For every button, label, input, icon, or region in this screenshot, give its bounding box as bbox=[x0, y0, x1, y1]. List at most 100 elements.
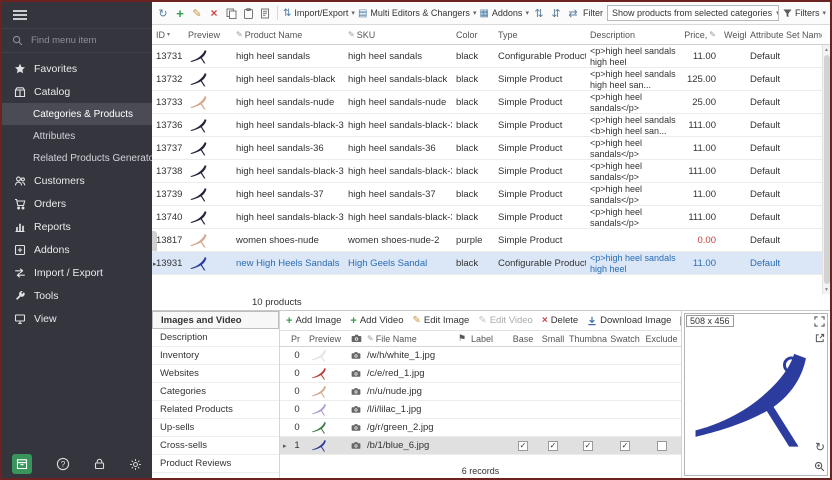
sidebar-item-orders[interactable]: Orders bbox=[2, 192, 152, 215]
sidebar-item-favorites[interactable]: Favorites bbox=[2, 57, 152, 80]
edit-product-icon[interactable]: ✎ bbox=[190, 7, 204, 20]
product-thumbnail bbox=[184, 160, 232, 182]
image-row[interactable]: 0/c/e/red_1.jpg bbox=[280, 365, 681, 383]
zoom-icon[interactable] bbox=[814, 461, 825, 472]
column-header-image-preview[interactable]: Preview bbox=[306, 334, 348, 344]
image-role-checkbox[interactable]: ✓ bbox=[583, 441, 593, 451]
add-product-icon[interactable]: + bbox=[173, 6, 187, 21]
column-header-swatch[interactable]: Swatch bbox=[608, 334, 642, 344]
image-role-checkbox[interactable]: ✓ bbox=[620, 441, 630, 451]
column-header-product-name[interactable]: ✎Product Name bbox=[232, 30, 344, 40]
product-row[interactable]: 13738high heel sandals-black-37high heel… bbox=[152, 160, 822, 183]
column-header-base[interactable]: Base bbox=[508, 334, 538, 344]
sidebar-item-categories-products[interactable]: Categories & Products bbox=[2, 103, 152, 125]
copy-icon[interactable] bbox=[224, 8, 238, 19]
column-header-exclude[interactable]: Exclude bbox=[642, 334, 681, 344]
addons-menu[interactable]: ▦Addons▾ bbox=[479, 8, 529, 19]
sort-down-icon[interactable]: ⇵ bbox=[549, 7, 563, 20]
column-header-color[interactable]: Color bbox=[452, 30, 494, 40]
image-row[interactable]: ▸1/b/1/blue_6.jpg✓✓✓✓ bbox=[280, 437, 681, 455]
column-header-file-name[interactable]: ✎File Name bbox=[364, 334, 456, 344]
sidebar-item-tools[interactable]: Tools bbox=[2, 284, 152, 307]
column-header-description[interactable]: Description bbox=[586, 30, 682, 40]
image-row[interactable]: 0/w/h/white_1.jpg bbox=[280, 347, 681, 365]
help-icon[interactable]: ? bbox=[56, 457, 70, 471]
tab-cross-sells[interactable]: Cross-sells bbox=[152, 437, 279, 455]
rotate-icon[interactable]: ↻ bbox=[815, 440, 825, 454]
scroll-down-arrow[interactable]: ▼ bbox=[824, 285, 829, 294]
store-icon[interactable] bbox=[12, 454, 32, 474]
column-header-label[interactable]: Label bbox=[468, 334, 508, 344]
product-row[interactable]: 13817women shoes-nudewomen shoes-nude-2p… bbox=[152, 229, 822, 252]
lock-icon[interactable] bbox=[94, 458, 105, 470]
sidebar-item-addons[interactable]: Addons bbox=[2, 238, 152, 261]
add-video-button[interactable]: +Add Video bbox=[350, 315, 403, 327]
sidebar-item-reports[interactable]: Reports bbox=[2, 215, 152, 238]
edit-image-button[interactable]: ✎Edit Image bbox=[413, 315, 470, 326]
column-header-price[interactable]: Price,✎ bbox=[682, 30, 720, 40]
set-resize-rule-button[interactable]: Set Resize Rule bbox=[680, 315, 681, 326]
image-row[interactable]: 0/n/u/nude.jpg bbox=[280, 383, 681, 401]
swap-columns-icon[interactable]: ⇄ bbox=[566, 7, 580, 20]
filter-select[interactable]: Show products from selected categories▾ bbox=[607, 5, 779, 21]
image-row[interactable]: 0/l/i/lilac_1.jpg bbox=[280, 401, 681, 419]
settings-gear-icon[interactable] bbox=[129, 458, 142, 471]
column-header-small[interactable]: Small bbox=[538, 334, 568, 344]
sidebar-item-view[interactable]: View bbox=[2, 307, 152, 330]
tab-inventory[interactable]: Inventory bbox=[152, 347, 279, 365]
sidebar-item-import-export[interactable]: Import / Export bbox=[2, 261, 152, 284]
sidebar-item-related-products-generator[interactable]: Related Products Generator bbox=[2, 147, 152, 169]
tab-product-reviews[interactable]: Product Reviews bbox=[152, 455, 279, 473]
cell-color: black bbox=[452, 252, 494, 274]
image-role-checkbox[interactable] bbox=[657, 441, 667, 451]
hamburger-menu-icon[interactable] bbox=[12, 9, 28, 21]
delete-product-icon[interactable]: × bbox=[207, 6, 221, 20]
duplicate-icon[interactable] bbox=[258, 8, 272, 19]
add-image-button[interactable]: +Add Image bbox=[286, 315, 341, 327]
tab-categories[interactable]: Categories bbox=[152, 383, 279, 401]
expand-icon[interactable] bbox=[814, 316, 825, 327]
scrollbar-thumb[interactable] bbox=[824, 55, 830, 284]
column-header-weight[interactable]: Weight bbox=[720, 30, 746, 40]
edit-video-button[interactable]: ✎Edit Video bbox=[478, 315, 533, 326]
product-row[interactable]: 13733high heel sandals-nudehigh heel san… bbox=[152, 91, 822, 114]
tab-related-products[interactable]: Related Products bbox=[152, 401, 279, 419]
column-header-id[interactable]: ID▾ bbox=[152, 30, 184, 40]
column-header-attribute-set[interactable]: Attribute Set Name bbox=[746, 30, 822, 40]
column-header-priority[interactable]: Pr bbox=[288, 334, 306, 344]
scroll-up-arrow[interactable]: ▲ bbox=[824, 45, 829, 54]
import-export-menu[interactable]: ⇅Import/Export▾ bbox=[283, 8, 355, 19]
multi-editors-menu[interactable]: ▤Multi Editors & Changers▾ bbox=[358, 8, 477, 19]
product-row[interactable]: 13736high heel sandals-black-36high heel… bbox=[152, 114, 822, 137]
image-role-checkbox[interactable]: ✓ bbox=[548, 441, 558, 451]
product-row[interactable]: 13740high heel sandals-black-38high heel… bbox=[152, 206, 822, 229]
product-row[interactable]: 13732high heel sandals-blackhigh heel sa… bbox=[152, 68, 822, 91]
paste-icon[interactable] bbox=[241, 8, 255, 19]
column-header-preview[interactable]: Preview bbox=[184, 30, 232, 40]
external-link-icon[interactable] bbox=[815, 333, 825, 343]
product-row[interactable]: 13739high heel sandals-37high heel sanda… bbox=[152, 183, 822, 206]
image-row[interactable]: 0/g/r/green_2.jpg bbox=[280, 419, 681, 437]
sidebar-item-customers[interactable]: Customers bbox=[2, 169, 152, 192]
refresh-icon[interactable]: ↻ bbox=[156, 7, 170, 20]
tab-websites[interactable]: Websites bbox=[152, 365, 279, 383]
sort-up-icon[interactable]: ⇅ bbox=[532, 7, 546, 20]
sidebar-item-attributes[interactable]: Attributes bbox=[2, 125, 152, 147]
product-row[interactable]: ▸13931new High Heels SandalsHigh Geels S… bbox=[152, 252, 822, 275]
menu-search-input[interactable] bbox=[29, 34, 129, 47]
column-header-type[interactable]: Type bbox=[494, 30, 586, 40]
filters-menu[interactable]: Filters▾ bbox=[783, 8, 826, 18]
tab-images-and-video[interactable]: Images and Video bbox=[152, 311, 279, 329]
image-role-checkbox[interactable]: ✓ bbox=[518, 441, 528, 451]
sidebar-item-catalog[interactable]: Catalog bbox=[2, 80, 152, 103]
download-image-button[interactable]: Download Image bbox=[587, 315, 671, 326]
column-header-thumbnail[interactable]: Thumbna bbox=[568, 334, 608, 344]
product-row[interactable]: 13731high heel sandalshigh heel sandalsb… bbox=[152, 45, 822, 68]
sidebar: Favorites Catalog Categories & Products … bbox=[2, 2, 152, 478]
column-header-sku[interactable]: ✎SKU bbox=[344, 30, 452, 40]
tab-description[interactable]: Description bbox=[152, 329, 279, 347]
delete-image-button[interactable]: ×Delete bbox=[542, 315, 578, 326]
tab-up-sells[interactable]: Up-sells bbox=[152, 419, 279, 437]
vertical-scrollbar[interactable]: ▲ ▼ bbox=[822, 45, 830, 294]
product-row[interactable]: 13737high heel sandals-36high heel sanda… bbox=[152, 137, 822, 160]
